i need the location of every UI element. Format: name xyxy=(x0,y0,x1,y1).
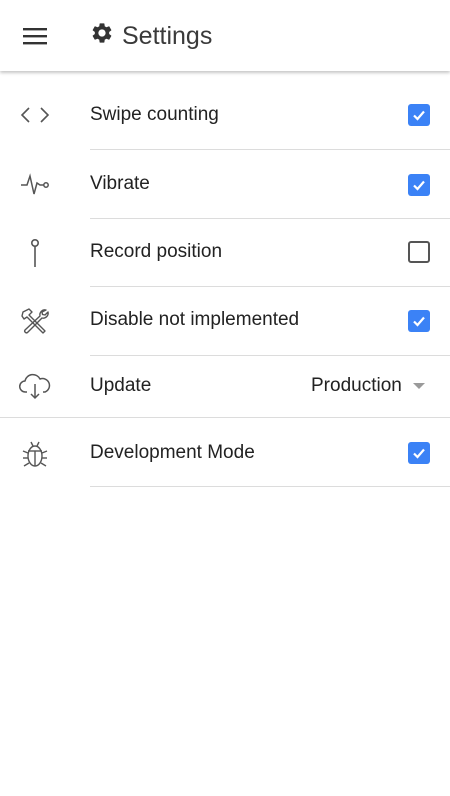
vibrate-checkbox[interactable] xyxy=(408,174,430,196)
app-bar: Settings xyxy=(0,0,450,71)
heartbeat-wave-icon xyxy=(17,166,53,202)
settings-title: Settings xyxy=(122,21,213,50)
setting-label: Update xyxy=(90,375,152,396)
update-channel-select[interactable]: Production xyxy=(300,370,430,402)
setting-row-development-mode: Development Mode xyxy=(0,418,450,487)
bug-icon xyxy=(17,436,53,472)
setting-label: Development Mode xyxy=(90,442,255,463)
disable-not-implemented-checkbox[interactable] xyxy=(408,310,430,332)
code-brackets-icon xyxy=(17,97,53,133)
setting-row-vibrate: Vibrate xyxy=(0,150,450,219)
gear-icon xyxy=(92,23,112,43)
setting-row-record-position: Record position xyxy=(0,219,450,287)
cloud-download-icon xyxy=(17,368,53,404)
development-mode-checkbox[interactable] xyxy=(408,442,430,464)
setting-label: Swipe counting xyxy=(90,104,219,125)
hamburger-menu-icon[interactable] xyxy=(17,22,53,50)
setting-row-disable-not-implemented: Disable not implemented xyxy=(0,287,450,356)
pin-icon xyxy=(17,235,53,271)
setting-row-swipe-counting: Swipe counting xyxy=(0,71,450,150)
setting-label: Vibrate xyxy=(90,173,150,194)
tools-icon xyxy=(17,303,53,339)
update-channel-value: Production xyxy=(311,375,402,396)
setting-row-update: Update Production xyxy=(0,356,450,418)
dropdown-caret-icon xyxy=(413,383,425,389)
setting-label: Disable not implemented xyxy=(90,309,300,330)
swipe-counting-checkbox[interactable] xyxy=(408,104,430,126)
record-position-checkbox[interactable] xyxy=(408,241,430,263)
divider xyxy=(90,486,450,487)
page-title: Settings xyxy=(90,20,212,52)
settings-list: Swipe counting Vibrate Record position D… xyxy=(0,71,450,487)
setting-label: Record position xyxy=(90,241,223,262)
